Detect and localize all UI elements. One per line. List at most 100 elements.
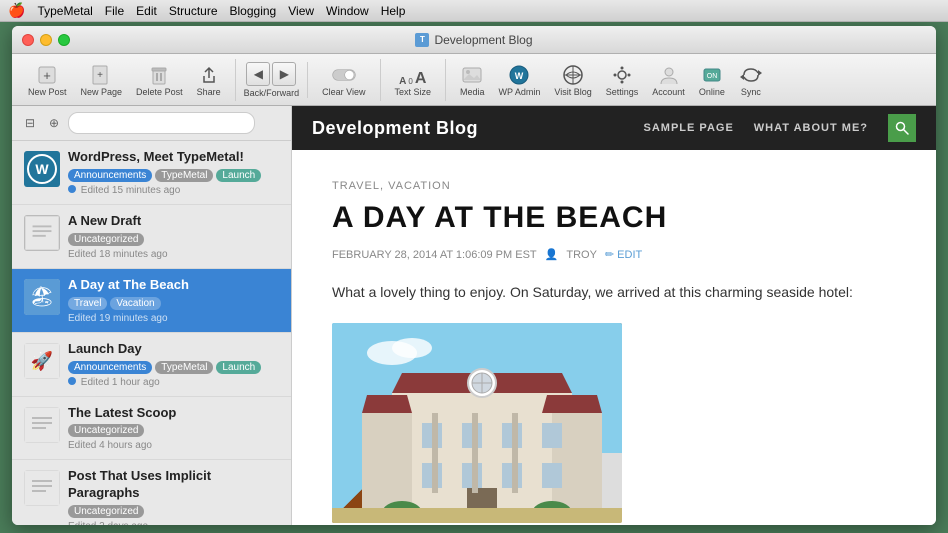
delete-post-icon <box>147 63 171 87</box>
menu-help[interactable]: Help <box>381 4 406 18</box>
post-info: A Day at The Beach Travel Vacation Edite… <box>68 277 279 324</box>
maximize-button[interactable] <box>58 34 70 46</box>
apple-menu[interactable]: 🍎 <box>8 2 25 19</box>
text-size-button[interactable]: A 0 A Text Size <box>389 59 438 101</box>
settings-label: Settings <box>606 87 639 97</box>
share-button[interactable]: Share <box>191 59 227 101</box>
toolbar-group-blog-actions: Media W WP Admin <box>454 59 777 101</box>
post-title: Launch Day <box>68 341 279 358</box>
menu-file[interactable]: File <box>105 4 124 18</box>
post-image <box>332 323 622 523</box>
delete-post-label: Delete Post <box>136 87 183 97</box>
blog-search-button[interactable] <box>888 114 916 142</box>
toolbar-group-view: Clear View <box>316 59 380 101</box>
post-heading: A DAY AT THE BEACH <box>332 200 896 236</box>
media-button[interactable]: Media <box>454 59 491 101</box>
online-icon: ON <box>700 63 724 87</box>
list-item[interactable]: A New Draft Uncategorized Edited 18 minu… <box>12 205 291 269</box>
post-author: TROY <box>566 249 597 261</box>
menu-window[interactable]: Window <box>326 4 369 18</box>
sidebar-list: W WordPress, Meet TypeMetal! Announcemen… <box>12 141 291 525</box>
visit-blog-button[interactable]: Visit Blog <box>548 59 597 101</box>
edit-link[interactable]: ✏ EDIT <box>605 248 642 261</box>
post-meta: Edited 2 days ago <box>68 521 279 525</box>
svg-text:+: + <box>43 68 51 83</box>
tag: Uncategorized <box>68 505 144 518</box>
post-content: TRAVEL, VACATION A DAY AT THE BEACH FEBR… <box>292 150 936 525</box>
sync-label: Sync <box>741 87 761 97</box>
svg-text:+: + <box>97 70 103 81</box>
forward-button[interactable]: ▶ <box>272 62 296 86</box>
post-meta: Edited 18 minutes ago <box>68 249 279 260</box>
delete-post-button[interactable]: Delete Post <box>130 59 189 101</box>
post-info: Post That Uses Implicit Paragraphs Uncat… <box>68 468 279 525</box>
tag: Vacation <box>110 297 160 310</box>
menu-structure[interactable]: Structure <box>169 4 218 18</box>
search-input[interactable] <box>68 112 255 134</box>
add-button[interactable]: ⊕ <box>44 113 64 133</box>
main-window: T Development Blog + New Post <box>12 26 936 525</box>
tag: Launch <box>216 361 261 374</box>
close-button[interactable] <box>22 34 34 46</box>
sync-button[interactable]: Sync <box>733 59 769 101</box>
minimize-button[interactable] <box>40 34 52 46</box>
new-page-button[interactable]: + New Page <box>75 59 129 101</box>
list-item[interactable]: 🏖 A Day at The Beach Travel Vacation Edi… <box>12 269 291 333</box>
menu-bar: 🍎 TypeMetal File Edit Structure Blogging… <box>0 0 948 22</box>
list-item[interactable]: The Latest Scoop Uncategorized Edited 4 … <box>12 397 291 461</box>
app-icon: T <box>415 33 429 47</box>
menu-blogging[interactable]: Blogging <box>230 4 277 18</box>
svg-text:W: W <box>515 71 524 81</box>
content-area: ⊟ ⊕ 🔍 W <box>12 106 936 525</box>
menu-typemetal[interactable]: TypeMetal <box>37 4 92 18</box>
blog-nav: Development Blog SAMPLE PAGE WHAT ABOUT … <box>292 106 936 150</box>
clear-view-button[interactable]: Clear View <box>316 59 371 101</box>
preview-pane: Development Blog SAMPLE PAGE WHAT ABOUT … <box>292 106 936 525</box>
sync-icon <box>739 63 763 87</box>
post-thumbnail: 🚀 <box>24 343 60 379</box>
settings-button[interactable]: Settings <box>600 59 645 101</box>
list-item[interactable]: 🚀 Launch Day Announcements TypeMetal Lau… <box>12 333 291 397</box>
post-categories: TRAVEL, VACATION <box>332 180 896 192</box>
sidebar: ⊟ ⊕ 🔍 W <box>12 106 292 525</box>
online-button[interactable]: ON Online <box>693 59 731 101</box>
wp-admin-button[interactable]: W WP Admin <box>493 59 547 101</box>
toolbar-group-textsize: A 0 A Text Size <box>389 59 447 101</box>
filter-button[interactable]: ⊟ <box>20 113 40 133</box>
tag: Travel <box>68 297 107 310</box>
window-title: Development Blog <box>434 33 532 47</box>
nav-sample-page[interactable]: SAMPLE PAGE <box>644 122 734 134</box>
wp-admin-label: WP Admin <box>499 87 541 97</box>
list-item[interactable]: Post That Uses Implicit Paragraphs Uncat… <box>12 460 291 525</box>
title-bar: T Development Blog <box>12 26 936 54</box>
online-label: Online <box>699 87 725 97</box>
nav-what-about[interactable]: WHAT ABOUT ME? <box>754 122 868 134</box>
clear-view-label: Clear View <box>322 87 365 97</box>
new-page-icon: + <box>89 63 113 87</box>
toolbar-group-nav: ◀ ▶ Back/Forward <box>244 62 309 98</box>
post-meta: Edited 15 minutes ago <box>68 185 279 196</box>
post-tags: Travel Vacation <box>68 297 279 310</box>
list-item[interactable]: W WordPress, Meet TypeMetal! Announcemen… <box>12 141 291 205</box>
post-date: FEBRUARY 28, 2014 AT 1:06:09 PM EST <box>332 249 537 261</box>
clear-view-icon <box>332 63 356 87</box>
blog-nav-links: SAMPLE PAGE WHAT ABOUT ME? <box>644 114 916 142</box>
account-button[interactable]: Account <box>646 59 691 101</box>
tag: Uncategorized <box>68 424 144 437</box>
new-post-button[interactable]: + New Post <box>22 59 73 101</box>
menu-edit[interactable]: Edit <box>136 4 157 18</box>
post-info: The Latest Scoop Uncategorized Edited 4 … <box>68 405 279 452</box>
tag: Announcements <box>68 361 152 374</box>
share-icon <box>197 63 221 87</box>
post-tags: Uncategorized <box>68 233 279 246</box>
post-byline: FEBRUARY 28, 2014 AT 1:06:09 PM EST 👤 TR… <box>332 248 896 261</box>
post-meta: Edited 4 hours ago <box>68 440 279 451</box>
new-post-icon: + <box>35 63 59 87</box>
back-button[interactable]: ◀ <box>246 62 270 86</box>
account-icon <box>657 63 681 87</box>
post-body: What a lovely thing to enjoy. On Saturda… <box>332 281 896 303</box>
post-meta: Edited 19 minutes ago <box>68 313 279 324</box>
post-author-icon: 👤 <box>545 248 559 261</box>
tag: TypeMetal <box>155 361 213 374</box>
menu-view[interactable]: View <box>288 4 314 18</box>
